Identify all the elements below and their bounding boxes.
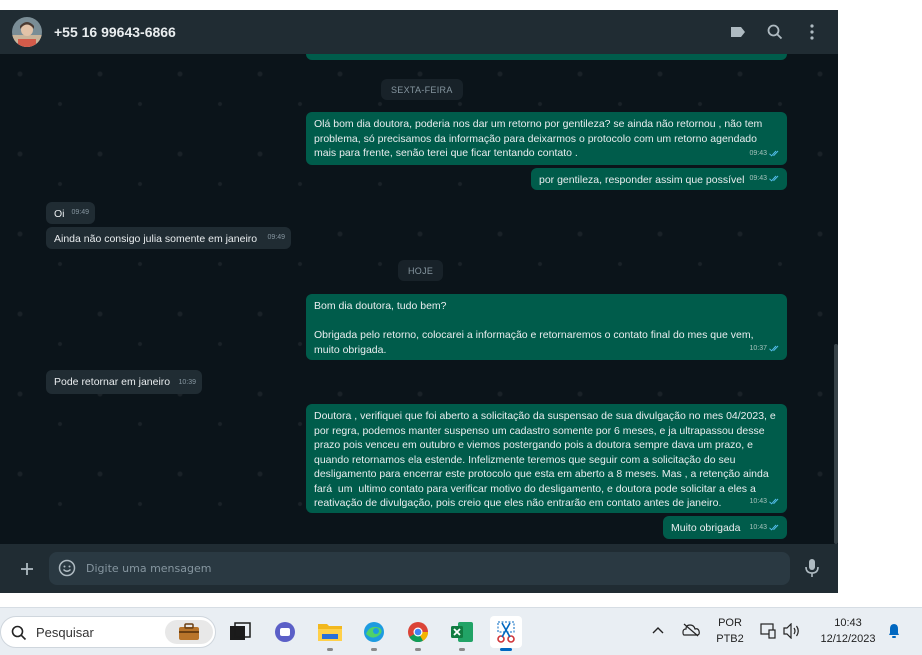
message-text: por gentileza, responder assim que possí…	[539, 174, 745, 186]
message-bubble-outgoing[interactable]: por gentileza, responder assim que possí…	[531, 168, 787, 190]
message-time: 10:37	[749, 344, 767, 352]
chat-header: +55 16 99643-6866	[0, 10, 838, 54]
message-bubble-incoming[interactable]: Ainda não consigo julia somente em janei…	[46, 227, 291, 249]
message-bubble-incoming[interactable]: Pode retornar em janeiro 10:39	[46, 370, 202, 394]
scrollbar-thumb[interactable]	[834, 344, 838, 544]
date-chip-today: HOJE	[398, 260, 444, 281]
language-indicator-top[interactable]: POR	[711, 617, 749, 629]
message-time: 10:39	[178, 378, 196, 386]
message-text: Pode retornar em janeiro	[54, 376, 171, 388]
clock-time[interactable]: 10:43	[810, 617, 886, 629]
message-list[interactable]: SEXTA-FEIRA Olá bom dia doutora, poderia…	[0, 54, 838, 544]
read-ticks-icon	[769, 524, 779, 531]
snipping-tool-icon[interactable]	[490, 616, 522, 651]
search-icon[interactable]	[764, 21, 786, 43]
message-bubble-partial	[306, 54, 787, 60]
message-text: Bom dia doutora, tudo bem? Obrigada pelo…	[314, 300, 754, 356]
message-meta: 10:43	[749, 521, 781, 536]
message-meta: 10:37	[749, 342, 781, 357]
whatsapp-chat-window: +55 16 99643-6866 SEXTA-FEIRA Olá bom di…	[0, 10, 838, 593]
message-meta: 09:49	[71, 206, 89, 221]
file-explorer-icon[interactable]	[314, 616, 346, 651]
message-meta: 10:43	[749, 495, 781, 510]
search-label: Pesquisar	[36, 625, 94, 640]
running-indicator	[500, 648, 512, 651]
message-text: Olá bom dia doutora, poderia nos dar um …	[314, 118, 766, 159]
read-ticks-icon	[769, 175, 779, 182]
taskbar-search[interactable]: Pesquisar	[0, 616, 216, 648]
windows-taskbar: Pesquisar POR PTB2 10:43 12/12/2023	[0, 607, 922, 655]
running-indicator	[415, 648, 421, 651]
contact-name[interactable]: +55 16 99643-6866	[54, 24, 176, 40]
no-network-icon[interactable]	[682, 623, 700, 637]
message-meta: 09:49	[267, 231, 285, 246]
excel-icon[interactable]	[446, 616, 478, 651]
volume-icon[interactable]	[782, 623, 802, 639]
contact-avatar[interactable]	[12, 17, 42, 47]
microphone-icon[interactable]	[802, 557, 822, 579]
plus-icon[interactable]	[16, 558, 38, 580]
message-bubble-outgoing[interactable]: Muito obrigada 10:43	[663, 516, 787, 539]
running-indicator	[459, 648, 465, 651]
message-bubble-outgoing[interactable]: Olá bom dia doutora, poderia nos dar um …	[306, 112, 787, 165]
message-time: 09:49	[71, 208, 89, 216]
running-indicator	[327, 648, 333, 651]
message-text: Ainda não consigo julia somente em janei…	[54, 233, 258, 245]
message-text: Doutora , verifiquei que foi aberto a so…	[314, 410, 779, 509]
chevron-up-icon[interactable]	[652, 626, 664, 634]
message-composer	[0, 544, 838, 593]
language-indicator-bottom[interactable]: PTB2	[711, 633, 749, 645]
message-meta: 09:43	[749, 147, 781, 162]
chrome-icon[interactable]	[402, 616, 434, 651]
message-time: 10:43	[749, 523, 767, 531]
message-bubble-outgoing[interactable]: Doutora , verifiquei que foi aberto a so…	[306, 404, 787, 513]
message-bubble-incoming[interactable]: Oi 09:49	[46, 202, 95, 224]
message-bubble-outgoing[interactable]: Bom dia doutora, tudo bem? Obrigada pelo…	[306, 294, 787, 360]
edge-icon[interactable]	[358, 616, 390, 651]
window-top-strip	[0, 0, 838, 10]
message-time: 09:43	[749, 149, 767, 157]
clock-date[interactable]: 12/12/2023	[810, 633, 886, 645]
read-ticks-icon	[769, 150, 779, 157]
work-bag-icon[interactable]	[165, 620, 213, 644]
label-icon[interactable]	[727, 21, 749, 43]
search-icon	[11, 625, 27, 641]
message-input-box	[49, 552, 790, 585]
teams-chat-icon[interactable]	[269, 616, 301, 648]
read-ticks-icon	[769, 345, 779, 352]
message-time: 10:43	[749, 497, 767, 505]
device-icon[interactable]	[760, 623, 776, 639]
date-chip-friday: SEXTA-FEIRA	[381, 79, 463, 100]
message-time: 09:43	[749, 174, 767, 182]
running-indicator	[371, 648, 377, 651]
emoji-icon[interactable]	[57, 558, 77, 578]
message-meta: 10:39	[178, 376, 196, 391]
message-time: 09:49	[267, 233, 285, 241]
read-ticks-icon	[769, 498, 779, 505]
desktop-gap	[838, 0, 922, 607]
task-view-icon[interactable]	[224, 616, 256, 648]
message-meta: 09:43	[749, 172, 781, 187]
menu-icon[interactable]	[801, 21, 823, 43]
message-input[interactable]	[86, 552, 776, 585]
notification-bell-icon[interactable]	[887, 622, 901, 640]
